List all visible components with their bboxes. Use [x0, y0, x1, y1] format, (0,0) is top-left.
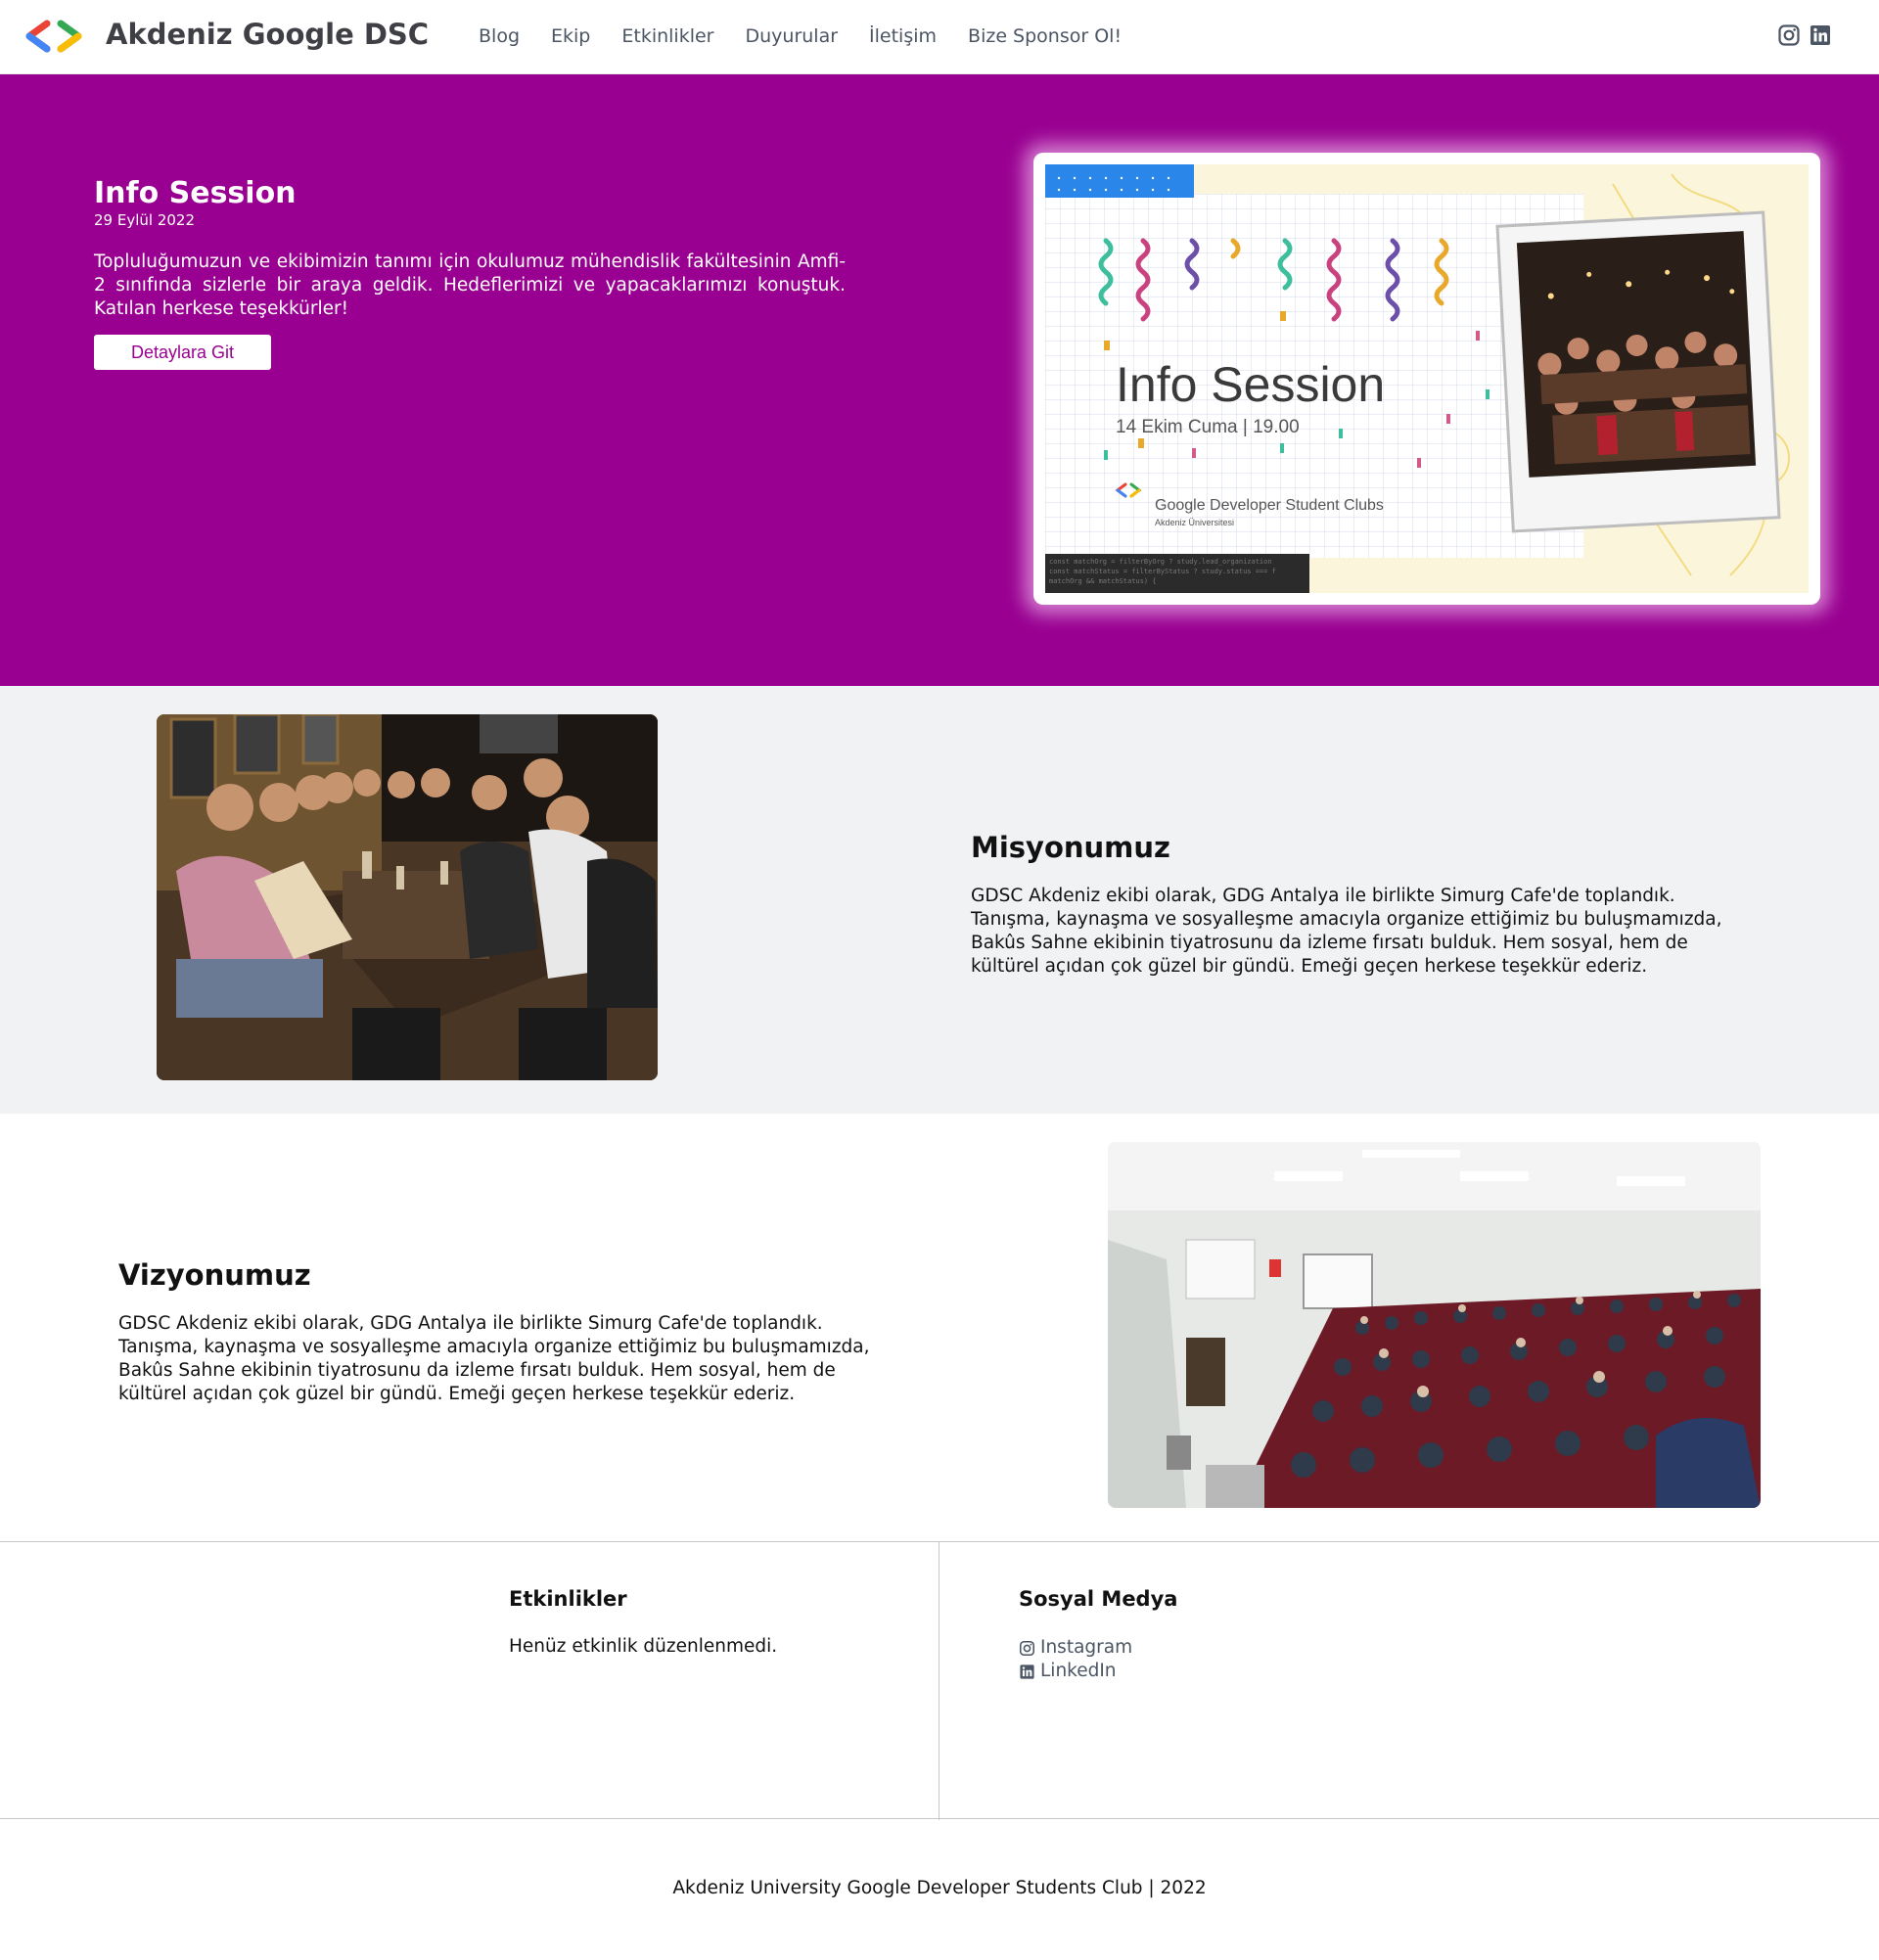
hero-image-card: const matchOrg = filterByOrg ? study.lea…: [1033, 153, 1820, 605]
footer-linkedin-link[interactable]: LinkedIn: [1019, 1660, 1132, 1683]
hero-title: Info Session: [94, 176, 297, 210]
svg-text:matchOrg && matchStatus) {: matchOrg && matchStatus) {: [1049, 577, 1157, 585]
linkedin-icon: [1020, 1664, 1034, 1679]
footer-instagram-label: Instagram: [1040, 1637, 1133, 1658]
linkedin-icon[interactable]: [1809, 23, 1832, 47]
nav-link-sponsor[interactable]: Bize Sponsor Ol!: [968, 25, 1122, 47]
details-button[interactable]: Detaylara Git: [94, 335, 271, 370]
hero-section: Info Session 29 Eylül 2022 Topluluğumuzu…: [0, 74, 1879, 686]
nav-link-announcements[interactable]: Duyurular: [745, 25, 838, 47]
vision-text: GDSC Akdeniz ekibi olarak, GDG Antalya i…: [118, 1313, 870, 1404]
nav-link-blog[interactable]: Blog: [479, 25, 520, 47]
footer-linkedin-label: LinkedIn: [1040, 1661, 1117, 1681]
poster-title: Info Session: [1116, 357, 1386, 412]
vision-title: Vizyonumuz: [118, 1258, 311, 1292]
nav-link-events[interactable]: Etkinlikler: [621, 25, 713, 47]
navbar: Akdeniz Google DSC Blog Ekip Etkinlikler…: [0, 0, 1879, 74]
poster-club-name: Google Developer Student Clubs: [1155, 497, 1384, 514]
copyright-text: Akdeniz University Google Developer Stud…: [672, 1878, 1207, 1898]
footer-events-heading: Etkinlikler: [509, 1587, 627, 1611]
instagram-icon: [1019, 1640, 1035, 1656]
nav-link-contact[interactable]: İletişim: [869, 25, 937, 47]
svg-text:const matchOrg = filterByOrg ?: const matchOrg = filterByOrg ? study.lea…: [1049, 558, 1272, 566]
mission-section: Misyonumuz GDSC Akdeniz ekibi olarak, GD…: [0, 686, 1879, 1114]
info-session-poster[interactable]: const matchOrg = filterByOrg ? study.lea…: [1045, 164, 1809, 593]
mission-title: Misyonumuz: [971, 831, 1170, 864]
poster-university: Akdeniz Üniversitesi: [1155, 518, 1235, 527]
hero-description: Topluluğumuzun ve ekibimizin tanımı için…: [94, 251, 846, 319]
footer-social-list: Instagram LinkedIn: [1019, 1636, 1132, 1683]
gdsc-logo-icon[interactable]: [23, 20, 84, 53]
svg-text:const matchStatus = filterBySt: const matchStatus = filterByStatus ? stu…: [1049, 568, 1276, 575]
mission-photo: [157, 714, 658, 1080]
hero-date: 29 Eylül 2022: [94, 211, 195, 229]
footer: Etkinlikler Henüz etkinlik düzenlenmedi.…: [0, 1541, 1879, 1820]
footer-events-text: Henüz etkinlik düzenlenmedi.: [509, 1636, 778, 1657]
mission-text: GDSC Akdeniz ekibi olarak, GDG Antalya i…: [971, 886, 1722, 977]
main-nav: Blog Ekip Etkinlikler Duyurular İletişim…: [479, 25, 1153, 47]
footer-social-heading: Sosyal Medya: [1019, 1587, 1178, 1611]
instagram-icon[interactable]: [1777, 23, 1801, 47]
footer-divider: [939, 1542, 940, 1820]
nav-social-links: [1777, 23, 1832, 47]
vision-section: Vizyonumuz GDSC Akdeniz ekibi olarak, GD…: [0, 1114, 1879, 1541]
footer-instagram-link[interactable]: Instagram: [1019, 1636, 1132, 1660]
poster-subtitle: 14 Ekim Cuma | 19.00: [1116, 417, 1300, 437]
nav-link-team[interactable]: Ekip: [551, 25, 590, 47]
vision-photo: [1108, 1142, 1761, 1508]
brand-title[interactable]: Akdeniz Google DSC: [106, 18, 429, 51]
